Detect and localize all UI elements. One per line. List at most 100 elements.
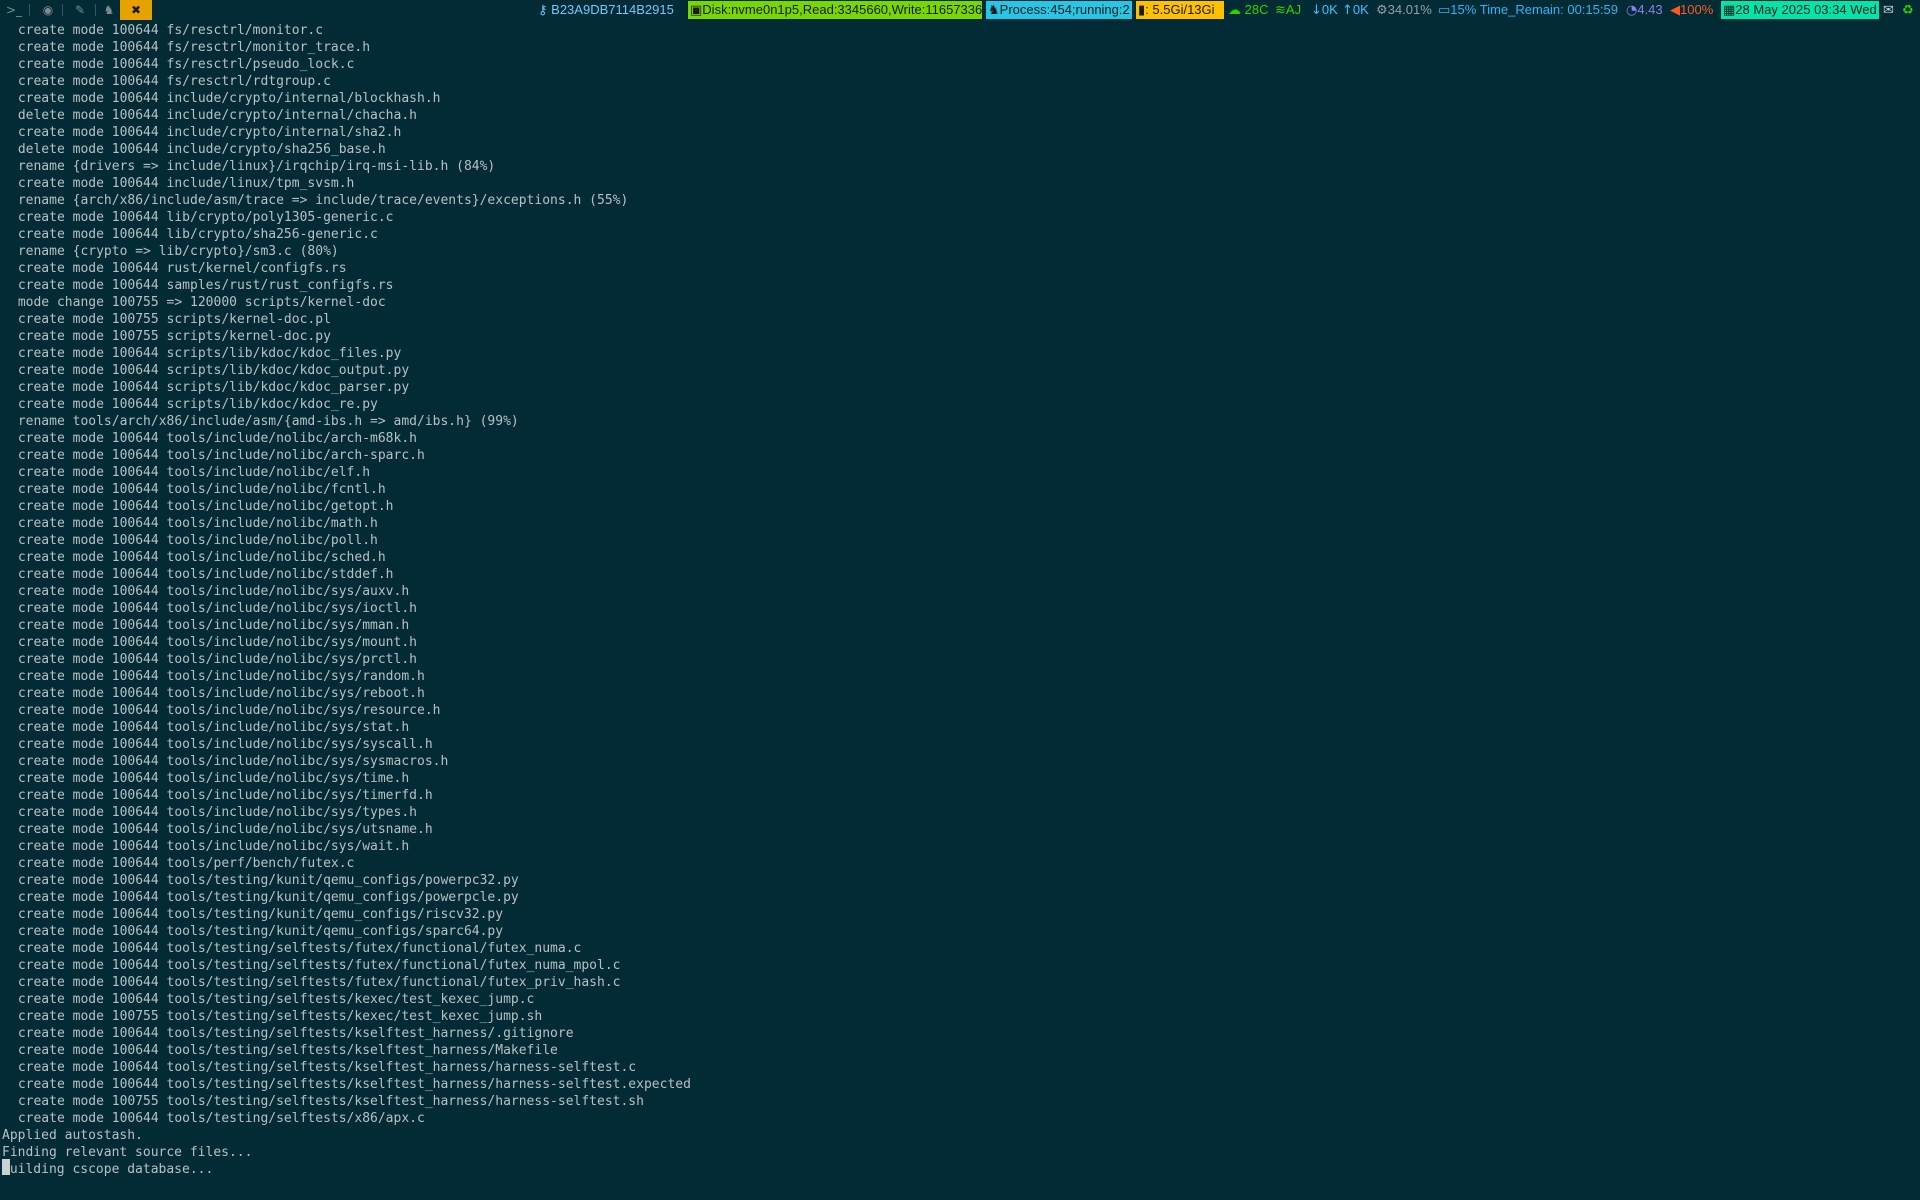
key-icon: ⚷ bbox=[538, 3, 548, 18]
terminal-line: create mode 100644 include/crypto/intern… bbox=[10, 91, 441, 106]
terminal-line: create mode 100644 tools/include/nolibc/… bbox=[10, 737, 433, 752]
terminal-line: create mode 100644 include/crypto/intern… bbox=[10, 125, 402, 140]
terminal-icon: >_ bbox=[5, 3, 23, 17]
gear-icon: ⚙ bbox=[1376, 3, 1388, 18]
terminal-line: create mode 100644 tools/include/nolibc/… bbox=[10, 788, 433, 803]
window-title: B23A9DB7114B2915 bbox=[551, 2, 674, 17]
terminal-line: rename {arch/x86/include/asm/trace => in… bbox=[10, 193, 629, 208]
terminal-line: create mode 100644 tools/include/nolibc/… bbox=[10, 635, 417, 650]
terminal-line: create mode 100644 tools/include/nolibc/… bbox=[10, 482, 386, 497]
status-bar: >_ ◉ ✎ ♞ ✖ ⚷ B23A9DB7114B2915 ▣Disk:nvme… bbox=[0, 0, 1920, 20]
workspace-editor[interactable]: ✎ bbox=[68, 0, 92, 20]
linux-icon: ♞ bbox=[103, 3, 115, 17]
battery-widget: ▭15% Time_Remain: 00:15:59 bbox=[1438, 0, 1624, 20]
terminal-line: create mode 100644 tools/include/nolibc/… bbox=[10, 805, 417, 820]
gauge-icon: ◔ bbox=[1626, 3, 1638, 18]
terminal-line: rename {drivers => include/linux}/irqchi… bbox=[10, 159, 496, 174]
net-up-widget: ↑0K bbox=[1342, 0, 1374, 20]
workspace-separator bbox=[95, 4, 96, 16]
net-down-text: 0K bbox=[1321, 2, 1338, 17]
terminal-line: create mode 100755 scripts/kernel-doc.pl bbox=[10, 312, 331, 327]
terminal-line: create mode 100644 tools/include/nolibc/… bbox=[10, 839, 410, 854]
terminal-line: create mode 100644 tools/testing/selftes… bbox=[10, 1111, 425, 1126]
terminal-line: create mode 100644 scripts/lib/kdoc/kdoc… bbox=[10, 346, 402, 361]
terminal-line: delete mode 100644 include/crypto/sha256… bbox=[10, 142, 386, 157]
terminal-cursor bbox=[2, 1159, 10, 1175]
terminal-line: create mode 100644 tools/include/nolibc/… bbox=[10, 516, 378, 531]
terminal-line: create mode 100644 scripts/lib/kdoc/kdoc… bbox=[10, 380, 410, 395]
workspace-browser[interactable]: ◉ bbox=[36, 0, 60, 20]
terminal-line: create mode 100644 tools/testing/selftes… bbox=[10, 992, 535, 1007]
workspace-terminal[interactable]: >_ bbox=[0, 0, 28, 20]
mail-icon: ✉ bbox=[1883, 3, 1894, 18]
workspace-linux[interactable]: ♞ bbox=[98, 0, 120, 20]
load-widget: ◔4.43 bbox=[1626, 0, 1668, 20]
terminal-line: create mode 100644 tools/testing/selftes… bbox=[10, 941, 582, 956]
terminal-line: create mode 100644 tools/testing/kunit/q… bbox=[10, 924, 504, 939]
editor-icon: ✎ bbox=[74, 3, 86, 17]
terminal-line: create mode 100755 tools/testing/selftes… bbox=[10, 1009, 543, 1024]
terminal-line: create mode 100755 tools/testing/selftes… bbox=[10, 1094, 644, 1109]
terminal-line: create mode 100644 tools/testing/kunit/q… bbox=[10, 890, 519, 905]
terminal-line: create mode 100644 tools/testing/kunit/q… bbox=[10, 873, 519, 888]
speaker-icon: ◀ bbox=[1670, 3, 1680, 18]
terminal-line: create mode 100644 lib/crypto/poly1305-g… bbox=[10, 210, 394, 225]
terminal-line: Building cscope database... bbox=[2, 1162, 214, 1177]
terminal-line: mode change 100755 => 120000 scripts/ker… bbox=[10, 295, 386, 310]
terminal-line: create mode 100644 tools/include/nolibc/… bbox=[10, 771, 410, 786]
terminal-line: create mode 100644 tools/perf/bench/fute… bbox=[10, 856, 355, 871]
tools-icon: ✖ bbox=[130, 3, 142, 17]
browser-icon: ◉ bbox=[42, 3, 54, 17]
terminal-line: rename {crypto => lib/crypto}/sm3.c (80%… bbox=[10, 244, 339, 259]
terminal-line: create mode 100644 tools/testing/kunit/q… bbox=[10, 907, 504, 922]
mail-tray[interactable]: ✉ bbox=[1883, 0, 1901, 20]
terminal-line: create mode 100644 tools/include/nolibc/… bbox=[10, 686, 425, 701]
disk-text: Disk:nvme0n1p5,Read:3345660,Write:116573… bbox=[702, 2, 982, 17]
terminal-line: create mode 100644 fs/resctrl/monitor_tr… bbox=[10, 40, 371, 55]
desktop: >_ ◉ ✎ ♞ ✖ ⚷ B23A9DB7114B2915 ▣Disk:nvme… bbox=[0, 0, 1920, 1200]
update-tray[interactable]: ♻ bbox=[1902, 0, 1920, 20]
cpu-widget: ⚙34.01% bbox=[1376, 0, 1436, 20]
terminal-line: create mode 100644 tools/include/nolibc/… bbox=[10, 550, 386, 565]
datetime-text: 28 May 2025 03:34 Wed bbox=[1735, 2, 1877, 17]
process-text: Process:454;running:2 bbox=[999, 2, 1130, 17]
terminal-line: create mode 100644 tools/testing/selftes… bbox=[10, 1026, 574, 1041]
terminal-line: create mode 100644 tools/testing/selftes… bbox=[10, 1077, 691, 1092]
terminal-line: create mode 100644 lib/crypto/sha256-gen… bbox=[10, 227, 378, 242]
battery-text: 15% Time_Remain: 00:15:59 bbox=[1450, 2, 1618, 17]
cloud-icon: ☁ bbox=[1228, 3, 1241, 18]
terminal-line: create mode 100644 tools/include/nolibc/… bbox=[10, 720, 410, 735]
wifi-text: AJ bbox=[1285, 2, 1302, 17]
terminal-line: create mode 100644 fs/resctrl/pseudo_loc… bbox=[10, 57, 355, 72]
battery-icon: ▭ bbox=[1438, 3, 1451, 18]
terminal-line: create mode 100644 tools/include/nolibc/… bbox=[10, 567, 394, 582]
terminal-line: create mode 100644 tools/testing/selftes… bbox=[10, 1043, 558, 1058]
terminal-line: create mode 100644 tools/include/nolibc/… bbox=[10, 431, 417, 446]
load-text: 4.43 bbox=[1637, 2, 1663, 17]
terminal-line: create mode 100644 tools/testing/selftes… bbox=[10, 975, 621, 990]
terminal-line: Applied autostash. bbox=[2, 1128, 143, 1143]
terminal-line: create mode 100755 scripts/kernel-doc.py bbox=[10, 329, 331, 344]
terminal-line: create mode 100644 tools/include/nolibc/… bbox=[10, 584, 410, 599]
weather-widget: ☁ 28C bbox=[1228, 0, 1270, 20]
terminal-line: create mode 100644 tools/testing/selftes… bbox=[10, 1060, 637, 1075]
terminal-line: Finding relevant source files... bbox=[2, 1145, 253, 1160]
memory-text: : 5.5Gi/13Gi bbox=[1145, 2, 1215, 17]
volume-widget[interactable]: ◀100% bbox=[1670, 0, 1718, 20]
terminal-output[interactable]: create mode 100644 fs/resctrl/monitor.c … bbox=[0, 21, 1920, 1200]
update-icon: ♻ bbox=[1902, 3, 1914, 18]
weather-text: 28C bbox=[1244, 2, 1269, 17]
memory-widget: ▮: 5.5Gi/13Gi bbox=[1136, 1, 1224, 19]
process-widget: ♞Process:454;running:2 bbox=[986, 1, 1132, 19]
terminal-line: create mode 100644 tools/include/nolibc/… bbox=[10, 618, 410, 633]
workspace-tools-active[interactable]: ✖ bbox=[120, 0, 152, 20]
window-title-block: ⚷ B23A9DB7114B2915 bbox=[538, 0, 686, 20]
terminal-line: create mode 100644 scripts/lib/kdoc/kdoc… bbox=[10, 397, 378, 412]
datetime-widget[interactable]: ▦28 May 2025 03:34 Wed bbox=[1721, 1, 1879, 19]
terminal-line: create mode 100644 samples/rust/rust_con… bbox=[10, 278, 394, 293]
net-down-widget: ↓0K bbox=[1311, 0, 1341, 20]
terminal-line: rename tools/arch/x86/include/asm/{amd-i… bbox=[10, 414, 519, 429]
disk-icon: ▣ bbox=[690, 3, 703, 18]
disk-widget: ▣Disk:nvme0n1p5,Read:3345660,Write:11657… bbox=[688, 1, 982, 19]
workspace-separator bbox=[29, 4, 30, 16]
